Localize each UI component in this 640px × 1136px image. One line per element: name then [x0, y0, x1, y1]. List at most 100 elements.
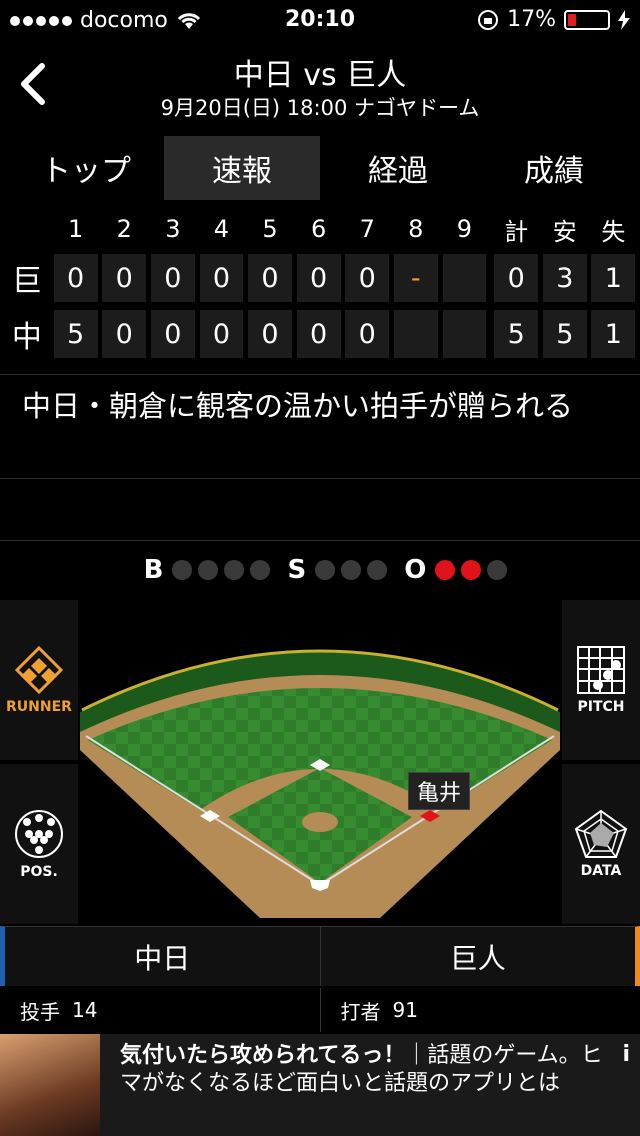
play-commentary: 中日・朝倉に観客の温かい拍手が贈られる — [22, 389, 574, 423]
position-label: POS. — [20, 864, 58, 880]
inning-header: 2 — [116, 215, 132, 243]
errors-cell: 1 — [591, 254, 636, 302]
tab-bar: トップ 速報 経過 成績 — [8, 136, 632, 200]
team-away[interactable]: 巨人 — [320, 926, 640, 986]
battery-percent: 17% — [507, 7, 556, 32]
strike-dot — [315, 560, 336, 580]
inning-header: 5 — [262, 215, 278, 243]
divider — [0, 540, 640, 541]
total-cell: 0 — [494, 254, 539, 302]
data-button[interactable]: DATA — [562, 764, 640, 924]
ball-dot — [224, 560, 245, 580]
inning-header: 4 — [213, 215, 230, 243]
position-button[interactable]: POS. — [0, 764, 78, 924]
pitcher-info: 投手 14 — [0, 988, 321, 1032]
status-bar: docomo 20:10 17% — [0, 0, 640, 40]
page-title: 中日 vs 巨人 — [233, 58, 407, 93]
player-bar: 投手 14 打者 91 — [0, 988, 640, 1032]
runner-icon — [14, 645, 64, 695]
ball-dot — [250, 560, 271, 580]
tab-top[interactable]: トップ — [8, 136, 164, 200]
inning-header: 8 — [408, 215, 424, 243]
ball-dot — [172, 560, 193, 580]
pitch-chart-icon — [577, 646, 625, 694]
ad-text[interactable]: 気付いたら攻められてるっ！｜話題のゲーム。ヒマがなくなるほど面白いと話題のアプリ… — [120, 1042, 610, 1098]
team-home[interactable]: 中日 — [0, 926, 321, 986]
errors-cell: 1 — [591, 310, 636, 358]
strike-dot — [367, 560, 388, 580]
divider — [0, 478, 640, 479]
score-cell: 0 — [345, 254, 390, 302]
ad-image[interactable] — [0, 1034, 100, 1136]
radar-chart-icon — [574, 809, 628, 858]
battery-group: 17% — [477, 7, 630, 32]
game-info: 9月20日(日) 18:00 ナゴヤドーム — [160, 96, 480, 120]
pitch-button[interactable]: PITCH — [562, 600, 640, 760]
batter-info: 打者 91 — [320, 988, 640, 1032]
ad-info-icon[interactable]: i — [622, 1042, 630, 1067]
ad-banner[interactable]: 気付いたら攻められてるっ！｜話題のゲーム。ヒマがなくなるほど面白いと話題のアプリ… — [0, 1034, 640, 1136]
score-cell — [442, 254, 487, 302]
pitch-label: PITCH — [577, 699, 625, 715]
divider — [0, 374, 640, 375]
pitcher-role: 投手 — [20, 999, 60, 1024]
score-cell — [442, 310, 487, 358]
batter-role: 打者 — [340, 999, 381, 1024]
hits-cell: 5 — [542, 310, 587, 358]
score-cell: 0 — [102, 254, 147, 302]
inning-header: 6 — [310, 215, 327, 243]
out-dot — [461, 560, 482, 580]
tab-live[interactable]: 速報 — [164, 136, 320, 200]
strike-label: S — [287, 555, 307, 585]
field-area: RUNNER POS. PITCH DATA — [0, 600, 640, 925]
inning-header: 1 — [68, 215, 84, 243]
total-header: 計 — [504, 217, 529, 246]
inning-header: 3 — [165, 215, 181, 243]
score-cell — [393, 310, 438, 358]
score-cell: 0 — [102, 310, 147, 358]
score-cell: 0 — [296, 254, 341, 302]
header: 中日 vs 巨人 9月20日(日) 18:00 ナゴヤドーム — [0, 40, 640, 130]
runner-name-tag: 亀井 — [408, 772, 471, 810]
scoreboard-row-away: 巨 0 0 0 0 0 0 0 - 0 3 1 — [0, 252, 640, 304]
score-cell: 0 — [248, 310, 292, 358]
ball-label: B — [143, 555, 164, 585]
score-cell: 0 — [53, 254, 98, 302]
team-label: 中 — [11, 320, 42, 355]
runner-label: RUNNER — [6, 699, 72, 715]
ad-headline: 気付いたら攻められてるっ！ — [120, 1043, 406, 1068]
pitcher-number: 14 — [72, 998, 98, 1022]
inning-header: 7 — [359, 215, 375, 243]
tab-progress[interactable]: 経過 — [320, 136, 476, 200]
scoreboard-header: 1 2 3 4 5 6 7 8 9 計 安 失 — [0, 208, 640, 250]
runner-button[interactable]: RUNNER — [0, 600, 78, 760]
team-bar: 中日 巨人 — [0, 926, 640, 986]
rotation-lock-icon — [478, 9, 499, 30]
batter-number: 91 — [392, 998, 418, 1022]
score-cell: 0 — [296, 310, 341, 358]
score-cell: 0 — [199, 310, 244, 358]
out-dot — [487, 560, 508, 580]
score-cell: 0 — [199, 254, 244, 302]
hits-header: 安 — [552, 217, 577, 246]
charging-icon — [618, 9, 630, 30]
scoreboard-row-home: 中 5 0 0 0 0 0 0 5 5 1 — [0, 308, 640, 360]
score-cell: - — [393, 254, 438, 302]
inning-header: 9 — [456, 215, 473, 243]
score-cell: 0 — [248, 254, 292, 302]
errors-header: 失 — [601, 217, 626, 246]
baseball-field — [80, 649, 560, 918]
out-dot — [435, 560, 456, 580]
score-cell: 0 — [150, 310, 195, 358]
battery-icon — [564, 9, 610, 30]
total-cell: 5 — [494, 310, 539, 358]
tab-stats[interactable]: 成績 — [476, 136, 632, 200]
out-label: O — [404, 555, 427, 585]
team-label: 巨 — [11, 264, 42, 299]
score-cell: 5 — [53, 310, 98, 358]
strike-dot — [341, 560, 362, 580]
hits-cell: 3 — [542, 254, 587, 302]
scoreboard: 1 2 3 4 5 6 7 8 9 計 安 失 巨 0 0 0 0 0 0 0 … — [0, 208, 640, 364]
score-cell: 0 — [150, 254, 195, 302]
ball-dot — [198, 560, 219, 580]
